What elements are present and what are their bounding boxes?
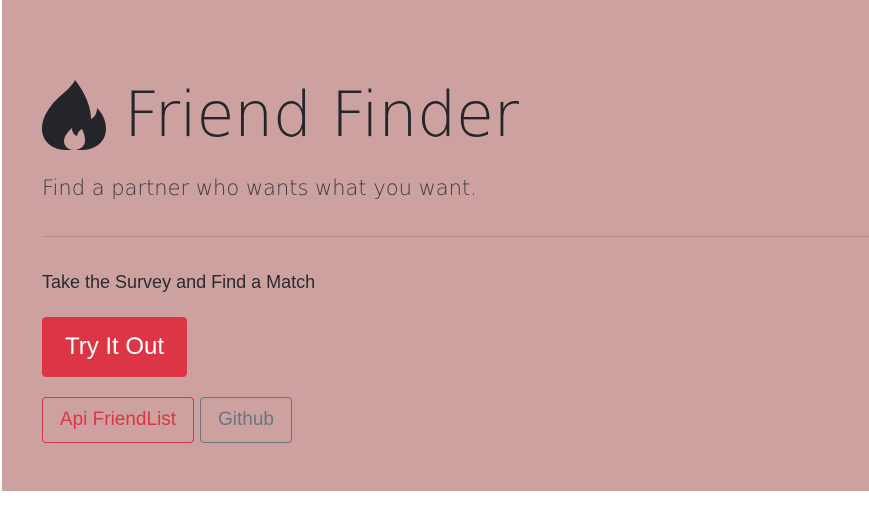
try-it-out-button[interactable]: Try It Out	[42, 317, 187, 377]
page-title: Friend Finder	[124, 78, 519, 151]
survey-tagline: Take the Survey and Find a Match	[42, 272, 316, 292]
fire-icon	[42, 80, 106, 150]
hero-jumbotron: Friend Finder Find a partner who wants w…	[2, 0, 869, 491]
title-row: Friend Finder	[42, 80, 519, 150]
github-button[interactable]: Github	[200, 397, 292, 443]
api-friendlist-button[interactable]: Api FriendList	[42, 397, 194, 443]
divider	[42, 236, 869, 237]
page-subtitle: Find a partner who wants what you want.	[42, 176, 477, 200]
